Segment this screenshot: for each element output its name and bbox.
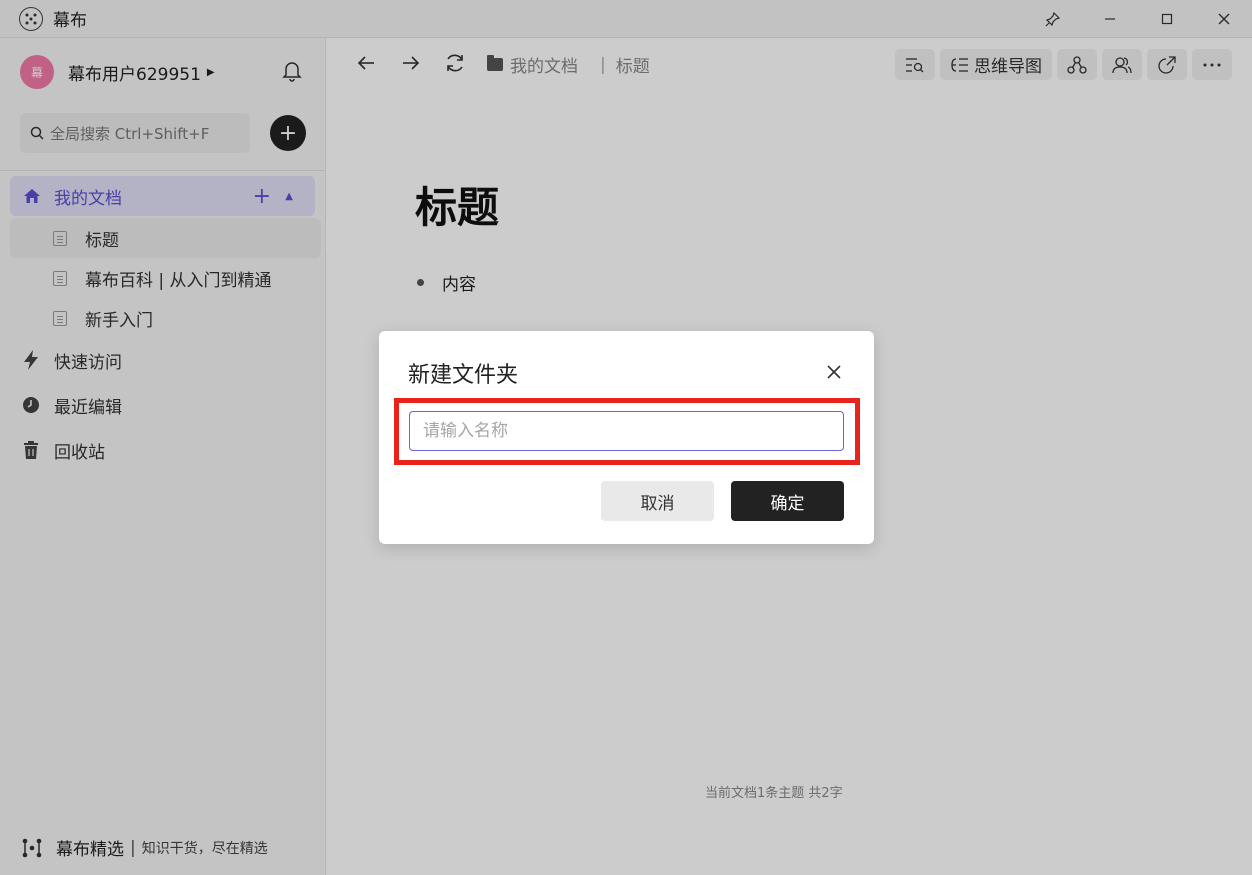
folder-name-input[interactable] bbox=[409, 411, 844, 451]
confirm-button[interactable]: 确定 bbox=[731, 481, 844, 521]
new-folder-dialog: 新建文件夹 取消 确定 bbox=[379, 331, 874, 544]
dialog-close-button[interactable] bbox=[823, 361, 845, 383]
close-icon bbox=[827, 365, 841, 379]
dialog-title: 新建文件夹 bbox=[408, 363, 519, 388]
cancel-button[interactable]: 取消 bbox=[601, 481, 714, 521]
